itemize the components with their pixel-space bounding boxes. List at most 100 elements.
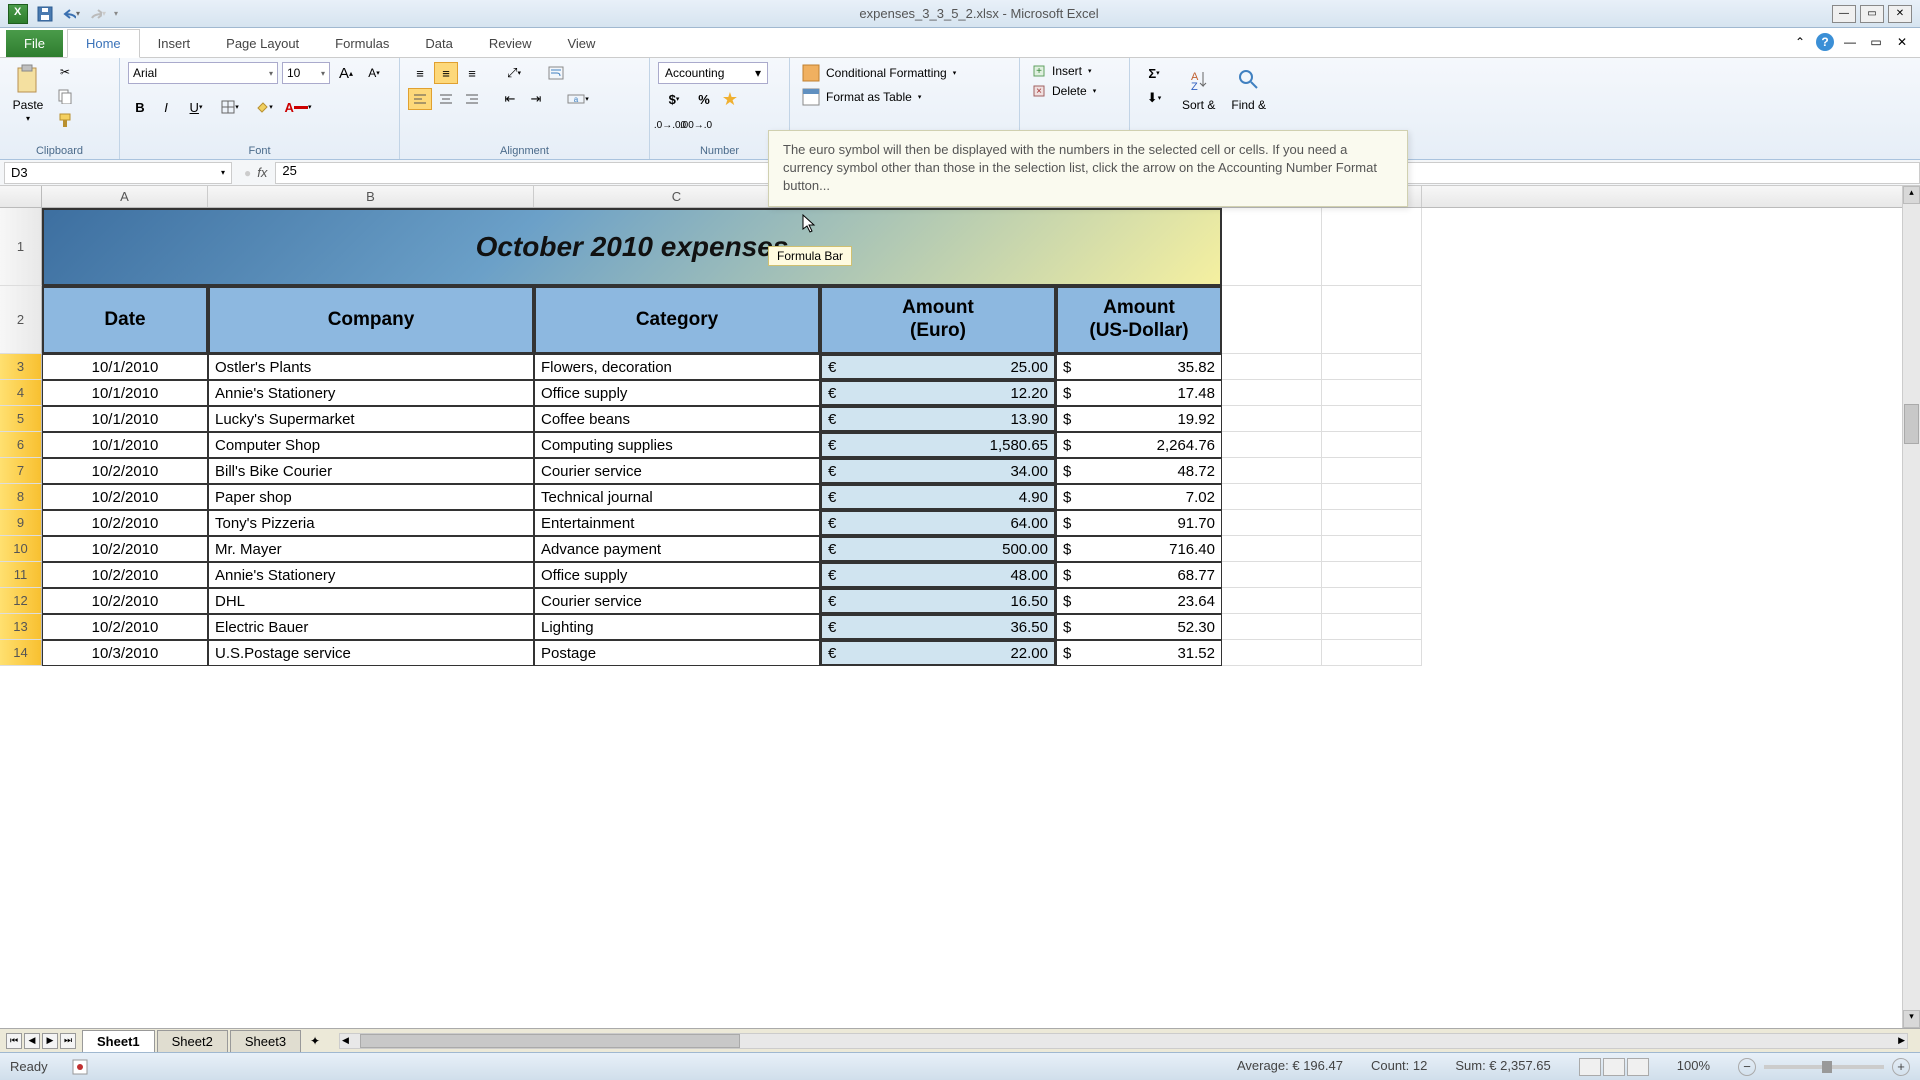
col-header-B[interactable]: B: [208, 186, 534, 207]
window-close-icon[interactable]: ✕: [1892, 32, 1912, 52]
cell-date[interactable]: 10/2/2010: [42, 588, 208, 614]
paste-button[interactable]: Paste ▾: [8, 62, 48, 125]
cell-category[interactable]: Lighting: [534, 614, 820, 640]
cell-company[interactable]: Paper shop: [208, 484, 534, 510]
fill-color-button[interactable]: ▾: [248, 96, 280, 118]
font-name-combo[interactable]: Arial▾: [128, 62, 278, 84]
cell-date[interactable]: 10/2/2010: [42, 614, 208, 640]
row-header[interactable]: 14: [0, 640, 42, 666]
align-right-icon[interactable]: [460, 88, 484, 110]
zoom-level[interactable]: 100%: [1677, 1058, 1710, 1076]
italic-button[interactable]: I: [154, 96, 178, 118]
cell-company[interactable]: DHL: [208, 588, 534, 614]
cell-company[interactable]: Annie's Stationery: [208, 562, 534, 588]
scroll-down-icon[interactable]: ▾: [1903, 1010, 1920, 1028]
cell-category[interactable]: Postage: [534, 640, 820, 666]
zoom-in-button[interactable]: +: [1892, 1058, 1910, 1076]
cell-euro[interactable]: €25.00: [820, 354, 1056, 380]
row-header[interactable]: 7: [0, 458, 42, 484]
cell-date[interactable]: 10/2/2010: [42, 484, 208, 510]
cell-date[interactable]: 10/1/2010: [42, 406, 208, 432]
wrap-text-icon[interactable]: [544, 62, 568, 84]
cell-category[interactable]: Flowers, decoration: [534, 354, 820, 380]
bold-button[interactable]: B: [128, 96, 152, 118]
row-header[interactable]: 8: [0, 484, 42, 510]
borders-button[interactable]: ▾: [214, 96, 246, 118]
cell-category[interactable]: Office supply: [534, 380, 820, 406]
tab-page-layout[interactable]: Page Layout: [208, 30, 317, 57]
page-break-view-icon[interactable]: [1627, 1058, 1649, 1076]
cell-date[interactable]: 10/2/2010: [42, 458, 208, 484]
cell-company[interactable]: Computer Shop: [208, 432, 534, 458]
excel-logo-icon[interactable]: [8, 4, 28, 24]
decrease-indent-icon[interactable]: ⇤: [498, 88, 522, 110]
cell-date[interactable]: 10/2/2010: [42, 562, 208, 588]
font-color-button[interactable]: A ▾: [282, 96, 314, 118]
row-header[interactable]: 2: [0, 286, 42, 354]
sheet-tab-2[interactable]: Sheet2: [157, 1030, 228, 1052]
cell-date[interactable]: 10/1/2010: [42, 380, 208, 406]
cell-euro[interactable]: €500.00: [820, 536, 1056, 562]
cell-usd[interactable]: $35.82: [1056, 354, 1222, 380]
redo-icon[interactable]: ▾: [88, 5, 106, 23]
zoom-slider[interactable]: [1764, 1065, 1884, 1069]
cell-company[interactable]: Annie's Stationery: [208, 380, 534, 406]
row-header[interactable]: 10: [0, 536, 42, 562]
tab-home[interactable]: Home: [67, 29, 140, 58]
row-header[interactable]: 9: [0, 510, 42, 536]
tab-formulas[interactable]: Formulas: [317, 30, 407, 57]
minimize-button[interactable]: ―: [1832, 5, 1856, 23]
conditional-formatting-button[interactable]: Conditional Formatting ▾: [798, 62, 1011, 84]
cell-company[interactable]: Mr. Mayer: [208, 536, 534, 562]
page-layout-view-icon[interactable]: [1603, 1058, 1625, 1076]
sheet-title-cell[interactable]: October 2010 expenses: [42, 208, 1222, 286]
tab-review[interactable]: Review: [471, 30, 550, 57]
header-company[interactable]: Company: [208, 286, 534, 354]
format-as-table-button[interactable]: Format as Table ▾: [798, 86, 1011, 108]
cell-euro[interactable]: €16.50: [820, 588, 1056, 614]
cell-company[interactable]: Electric Bauer: [208, 614, 534, 640]
tab-view[interactable]: View: [549, 30, 613, 57]
cell-usd[interactable]: $31.52: [1056, 640, 1222, 666]
cell-usd[interactable]: $17.48: [1056, 380, 1222, 406]
align-middle-icon[interactable]: ≡: [434, 62, 458, 84]
number-format-combo[interactable]: Accounting▾: [658, 62, 768, 84]
cell-category[interactable]: Advance payment: [534, 536, 820, 562]
increase-indent-icon[interactable]: ⇥: [524, 88, 548, 110]
autosum-button[interactable]: Σ ▾: [1138, 62, 1170, 84]
cell-category[interactable]: Entertainment: [534, 510, 820, 536]
cell-euro[interactable]: €36.50: [820, 614, 1056, 640]
window-minimize-icon[interactable]: ―: [1840, 32, 1860, 52]
cell-euro[interactable]: €12.20: [820, 380, 1056, 406]
select-all-corner[interactable]: [0, 186, 42, 207]
cut-icon[interactable]: ✂: [54, 62, 76, 82]
row-header[interactable]: 4: [0, 380, 42, 406]
insert-cells-button[interactable]: +Insert ▾: [1028, 62, 1121, 80]
cell-category[interactable]: Coffee beans: [534, 406, 820, 432]
fill-button[interactable]: ⬇ ▾: [1138, 87, 1170, 109]
cell-usd[interactable]: $7.02: [1056, 484, 1222, 510]
spreadsheet-grid[interactable]: A B C D E F G 1 October 2010 expenses 2 …: [0, 186, 1920, 946]
sheet-tab-3[interactable]: Sheet3: [230, 1030, 301, 1052]
minimize-ribbon-icon[interactable]: ⌃: [1790, 32, 1810, 52]
copy-icon[interactable]: [54, 86, 76, 106]
col-header-A[interactable]: A: [42, 186, 208, 207]
cell-company[interactable]: Ostler's Plants: [208, 354, 534, 380]
first-sheet-icon[interactable]: ⏮: [6, 1033, 22, 1049]
header-date[interactable]: Date: [42, 286, 208, 354]
format-painter-icon[interactable]: [54, 110, 76, 130]
decrease-decimal-icon[interactable]: .00→.0: [684, 114, 708, 136]
save-icon[interactable]: [36, 5, 54, 23]
underline-button[interactable]: U ▾: [180, 96, 212, 118]
orientation-icon[interactable]: ⤢ ▾: [498, 62, 530, 84]
merge-center-icon[interactable]: a ▾: [562, 88, 594, 110]
last-sheet-icon[interactable]: ⏭: [60, 1033, 76, 1049]
cell-euro[interactable]: €1,580.65: [820, 432, 1056, 458]
normal-view-icon[interactable]: [1579, 1058, 1601, 1076]
cell-euro[interactable]: €22.00: [820, 640, 1056, 666]
name-box[interactable]: D3▾: [4, 162, 232, 184]
increase-font-icon[interactable]: A▴: [334, 62, 358, 84]
scroll-up-icon[interactable]: ▴: [1903, 186, 1920, 204]
file-tab[interactable]: File: [6, 30, 63, 57]
font-size-combo[interactable]: 10▾: [282, 62, 330, 84]
